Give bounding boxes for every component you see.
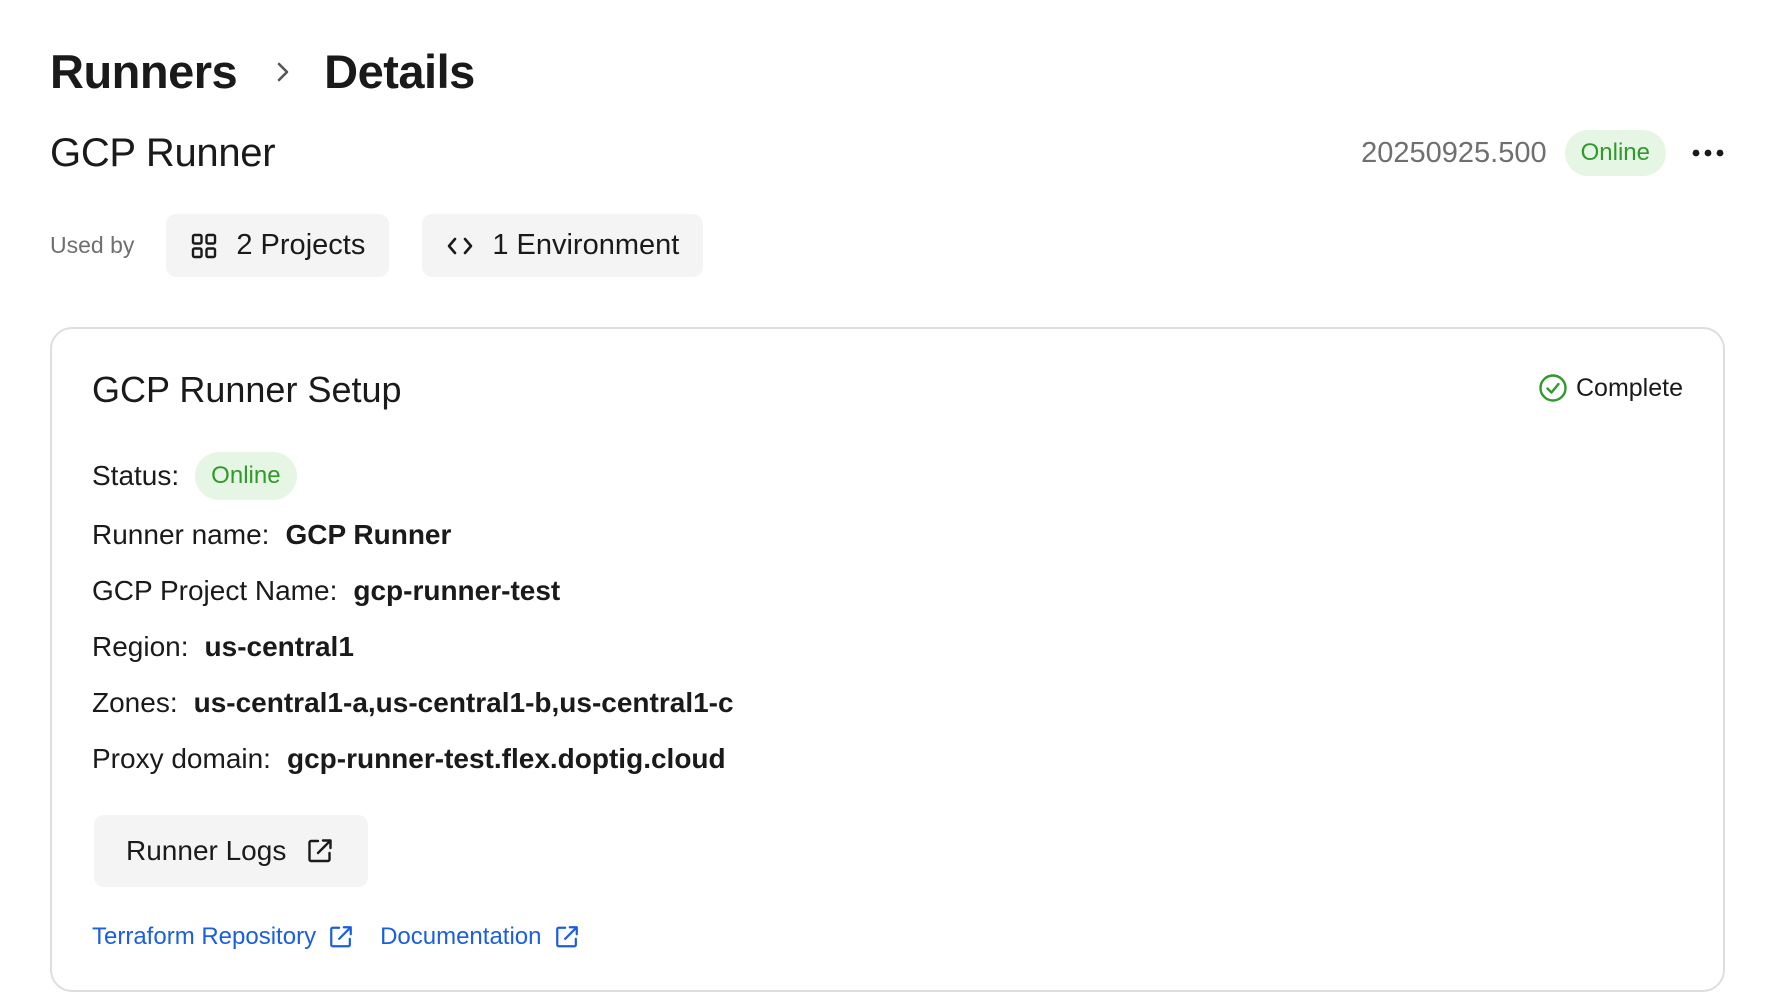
grid-icon bbox=[190, 232, 218, 260]
field-value: GCP Runner bbox=[285, 519, 452, 550]
field-label: Runner name: bbox=[92, 519, 270, 550]
status-badge: Online bbox=[1564, 130, 1666, 176]
projects-chip-label: 2 Projects bbox=[236, 229, 366, 261]
chevron-right-icon bbox=[263, 60, 303, 84]
field-value: us-central1 bbox=[204, 631, 354, 662]
more-horizontal-icon bbox=[1692, 149, 1724, 157]
gcp-project-name-field: GCP Project Name: gcp-runner-test bbox=[92, 563, 734, 619]
environment-chip-label: 1 Environment bbox=[492, 229, 680, 261]
runner-logs-label: Runner Logs bbox=[126, 835, 287, 866]
used-by-row: Used by 2 Projects 1 Environment bbox=[50, 214, 736, 277]
field-value: gcp-runner-test.flex.doptig.cloud bbox=[286, 743, 726, 774]
breadcrumb-current: Details bbox=[324, 45, 475, 98]
external-link-icon bbox=[328, 924, 354, 950]
field-value: us-central1-a,us-central1-b,us-central1-… bbox=[193, 687, 734, 718]
completion-label: Complete bbox=[1576, 373, 1683, 402]
region-field: Region: us-central1 bbox=[92, 619, 734, 675]
card-title: GCP Runner Setup bbox=[92, 369, 402, 410]
runner-logs-button[interactable]: Runner Logs bbox=[94, 815, 369, 887]
code-icon bbox=[446, 232, 474, 260]
runner-name-field: Runner name: GCP Runner bbox=[92, 507, 734, 563]
resource-links: Terraform Repository Documentation bbox=[92, 923, 606, 951]
terraform-repository-label: Terraform Repository bbox=[92, 923, 317, 950]
runner-setup-card: GCP Runner Setup Complete Status: Online… bbox=[50, 327, 1725, 992]
terraform-repository-link[interactable]: Terraform Repository bbox=[92, 923, 354, 951]
field-value: gcp-runner-test bbox=[353, 575, 561, 606]
field-label: Proxy domain: bbox=[92, 743, 271, 774]
setup-completion-status: Complete bbox=[1538, 373, 1683, 403]
status-badge: Online bbox=[195, 452, 297, 500]
breadcrumb: Runners Details bbox=[50, 44, 475, 99]
external-link-icon bbox=[554, 924, 580, 950]
breadcrumb-runners-link[interactable]: Runners bbox=[50, 44, 238, 99]
projects-chip[interactable]: 2 Projects bbox=[166, 214, 390, 277]
field-label: GCP Project Name: bbox=[92, 575, 338, 606]
environment-chip[interactable]: 1 Environment bbox=[422, 214, 704, 277]
runner-fields: Status: Online Runner name: GCP Runner G… bbox=[92, 451, 734, 787]
proxy-domain-field: Proxy domain: gcp-runner-test.flex.dopti… bbox=[92, 731, 734, 787]
status-label: Status: bbox=[92, 460, 180, 491]
header-meta: 20250925.500 Online bbox=[1361, 130, 1728, 176]
used-by-label: Used by bbox=[50, 232, 135, 258]
status-field: Status: Online bbox=[92, 451, 734, 501]
check-circle-icon bbox=[1538, 373, 1568, 403]
field-label: Zones: bbox=[92, 687, 178, 718]
zones-field: Zones: us-central1-a,us-central1-b,us-ce… bbox=[92, 675, 734, 731]
more-options-button[interactable] bbox=[1688, 133, 1728, 173]
version-label: 20250925.500 bbox=[1361, 136, 1547, 169]
documentation-label: Documentation bbox=[380, 923, 542, 950]
title-row: GCP Runner 20250925.500 Online bbox=[50, 128, 1728, 178]
field-label: Region: bbox=[92, 631, 189, 662]
external-link-icon bbox=[306, 837, 334, 865]
runner-details-page: Runners Details GCP Runner 20250925.500 … bbox=[0, 0, 1768, 999]
page-title: GCP Runner bbox=[50, 130, 276, 175]
documentation-link[interactable]: Documentation bbox=[380, 923, 579, 951]
